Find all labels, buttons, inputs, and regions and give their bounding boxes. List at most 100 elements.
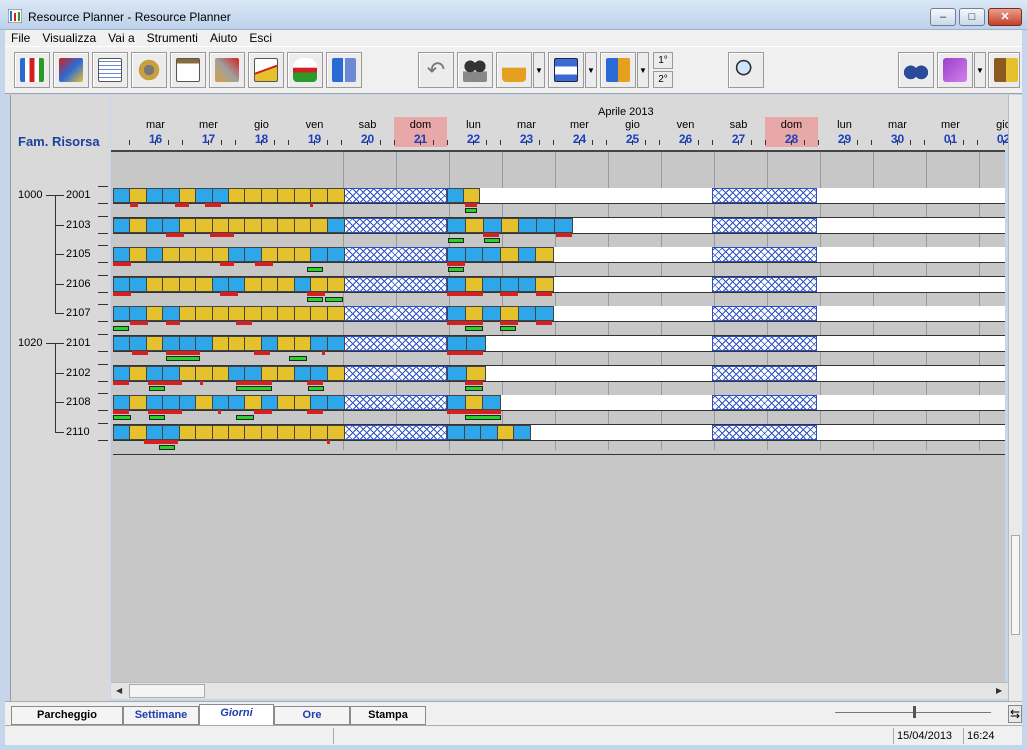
gantt-grid[interactable] — [111, 150, 1005, 682]
task-block[interactable] — [466, 336, 486, 351]
task-block[interactable] — [310, 218, 328, 233]
find-button[interactable] — [898, 52, 934, 88]
resource-label[interactable]: 2102 — [66, 367, 90, 379]
task-block[interactable] — [554, 218, 573, 233]
menu-vai-a[interactable]: Vai a — [102, 30, 140, 46]
task-block[interactable] — [310, 188, 328, 203]
task-block[interactable] — [195, 218, 213, 233]
menu-visualizza[interactable]: Visualizza — [36, 30, 102, 46]
tools-button[interactable] — [209, 52, 245, 88]
task-block[interactable] — [447, 366, 467, 381]
vertical-scroll-thumb[interactable] — [1011, 535, 1020, 635]
task-block[interactable] — [535, 306, 554, 321]
transfer-dropdown[interactable]: ▼ — [637, 52, 649, 88]
zoom-slider-knob[interactable] — [913, 706, 916, 718]
task-block[interactable] — [277, 366, 295, 381]
lab-flask-button[interactable] — [287, 52, 323, 88]
task-block[interactable] — [244, 306, 262, 321]
swap-view-icon[interactable]: ⇆ — [1008, 705, 1022, 723]
task-block[interactable] — [195, 336, 213, 351]
save-button[interactable] — [548, 52, 584, 88]
task-block[interactable] — [244, 425, 262, 440]
task-block[interactable] — [277, 247, 295, 262]
task-block[interactable] — [129, 306, 147, 321]
task-block[interactable] — [447, 336, 467, 351]
task-block[interactable] — [195, 366, 213, 381]
tab-stampa[interactable]: Stampa — [350, 706, 426, 725]
exit-button[interactable] — [988, 52, 1020, 88]
maximize-button[interactable]: □ — [959, 8, 985, 26]
task-block[interactable] — [244, 366, 262, 381]
task-block[interactable] — [244, 395, 262, 410]
task-block[interactable] — [129, 336, 147, 351]
network-button[interactable] — [326, 52, 362, 88]
task-block[interactable] — [447, 277, 466, 292]
task-block[interactable] — [327, 277, 345, 292]
task-block[interactable] — [327, 188, 345, 203]
task-block[interactable] — [277, 218, 295, 233]
task-block[interactable] — [310, 277, 328, 292]
resource-label[interactable]: 2106 — [66, 278, 90, 290]
vertical-scrollbar[interactable] — [1008, 95, 1022, 701]
task-block[interactable] — [482, 395, 501, 410]
task-block[interactable] — [195, 395, 213, 410]
task-block[interactable] — [129, 366, 147, 381]
help-button[interactable] — [937, 52, 973, 88]
task-block[interactable] — [195, 425, 213, 440]
task-block[interactable] — [483, 218, 502, 233]
task-block[interactable] — [277, 425, 295, 440]
resource-label[interactable]: 2110 — [66, 426, 90, 438]
undo-button[interactable]: ↶ — [418, 52, 454, 88]
task-block[interactable] — [500, 247, 519, 262]
projector-button[interactable] — [457, 52, 493, 88]
task-block[interactable] — [310, 306, 328, 321]
task-block[interactable] — [310, 366, 328, 381]
resource-label[interactable]: 2103 — [66, 219, 90, 231]
task-block[interactable] — [500, 277, 519, 292]
task-block[interactable] — [327, 425, 345, 440]
task-block[interactable] — [327, 306, 345, 321]
clipboard-button[interactable] — [170, 52, 206, 88]
calendar-edit-button[interactable] — [92, 52, 128, 88]
close-button[interactable]: ✕ — [988, 8, 1022, 26]
task-block[interactable] — [195, 188, 213, 203]
task-block[interactable] — [513, 425, 531, 440]
help-dropdown[interactable]: ▼ — [974, 52, 986, 88]
shift-1-button[interactable]: 1° — [653, 52, 673, 69]
task-block[interactable] — [162, 336, 180, 351]
horizontal-scroll-thumb[interactable] — [129, 684, 205, 698]
task-block[interactable] — [162, 425, 180, 440]
task-block[interactable] — [310, 395, 328, 410]
task-block[interactable] — [244, 277, 262, 292]
task-block[interactable] — [195, 306, 213, 321]
transfer-button[interactable] — [600, 52, 636, 88]
task-block[interactable] — [327, 395, 345, 410]
task-block[interactable] — [447, 218, 466, 233]
task-block[interactable] — [244, 188, 262, 203]
task-block[interactable] — [310, 425, 328, 440]
tab-settimane[interactable]: Settimane — [123, 706, 199, 725]
task-block[interactable] — [129, 188, 147, 203]
task-block[interactable] — [244, 336, 262, 351]
save-dropdown[interactable]: ▼ — [585, 52, 597, 88]
menu-strumenti[interactable]: Strumenti — [141, 30, 204, 46]
menu-aiuto[interactable]: Aiuto — [204, 30, 243, 46]
task-block[interactable] — [327, 247, 345, 262]
resource-label[interactable]: 2001 — [66, 189, 90, 201]
task-block[interactable] — [463, 188, 480, 203]
task-block[interactable] — [277, 306, 295, 321]
horizontal-scrollbar[interactable]: ◀ ▶ — [111, 682, 1008, 699]
task-block[interactable] — [447, 247, 466, 262]
task-block[interactable] — [327, 218, 345, 233]
task-block[interactable] — [129, 218, 147, 233]
resources-button[interactable] — [53, 52, 89, 88]
task-block[interactable] — [310, 336, 328, 351]
chart-bars-button[interactable] — [14, 52, 50, 88]
task-block[interactable] — [129, 277, 147, 292]
scroll-left-icon[interactable]: ◀ — [116, 686, 122, 695]
menu-file[interactable]: File — [5, 30, 36, 46]
task-block[interactable] — [277, 188, 295, 203]
task-block[interactable] — [327, 366, 345, 381]
task-block[interactable] — [536, 218, 555, 233]
task-block[interactable] — [162, 218, 180, 233]
